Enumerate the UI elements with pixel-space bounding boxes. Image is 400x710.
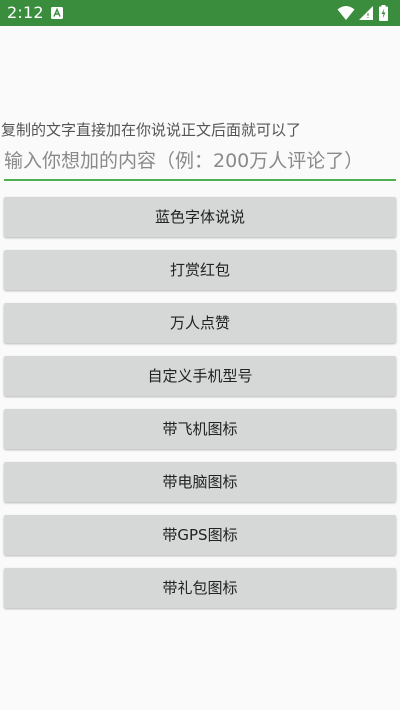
computer-icon-button[interactable]: 带电脑图标: [4, 462, 396, 502]
content-input-wrapper: [4, 147, 396, 183]
status-icons: [337, 5, 393, 21]
airplane-icon-button[interactable]: 带飞机图标: [4, 409, 396, 449]
gps-icon-button[interactable]: 带GPS图标: [4, 515, 396, 555]
button-list: 蓝色字体说说 打赏红包 万人点赞 自定义手机型号 带飞机图标 带电脑图标 带GP…: [4, 197, 396, 621]
gift-icon-button[interactable]: 带礼包图标: [4, 568, 396, 608]
status-time: 2:12: [7, 3, 44, 22]
custom-phone-model-button[interactable]: 自定义手机型号: [4, 356, 396, 396]
status-bar: 2:12: [0, 0, 400, 26]
notification-a-icon: [51, 7, 63, 19]
hint-text: 复制的文字直接加在你说说正文后面就可以了: [1, 121, 302, 139]
ten-thousand-likes-button[interactable]: 万人点赞: [4, 303, 396, 343]
blue-font-post-button[interactable]: 蓝色字体说说: [4, 197, 396, 237]
content-input[interactable]: [4, 147, 396, 181]
wifi-icon: [337, 6, 355, 20]
battery-charging-icon: [379, 5, 388, 21]
signal-icon: [359, 6, 373, 20]
reward-red-packet-button[interactable]: 打赏红包: [4, 250, 396, 290]
